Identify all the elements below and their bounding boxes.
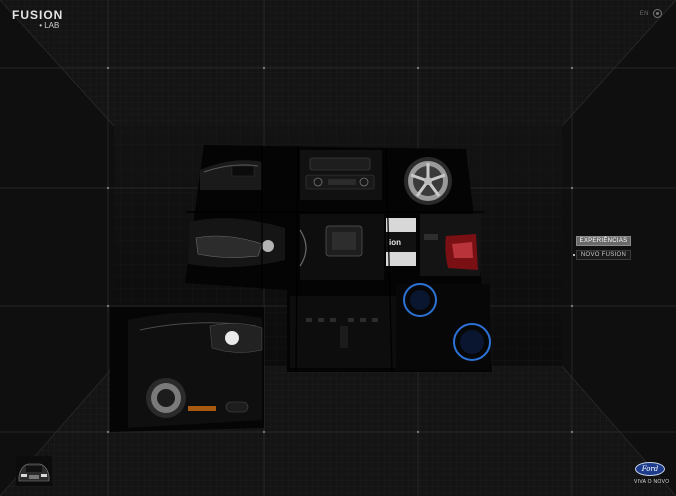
logo-sub-text: • LAB: [39, 21, 60, 30]
language-label[interactable]: EN: [640, 11, 649, 17]
logo-main-text: FUSION: [12, 8, 64, 22]
tile-center-console[interactable]: [299, 214, 384, 280]
tile-dashboard-stereo[interactable]: [300, 150, 382, 200]
menu-experiencias-button[interactable]: EXPERIÊNCIAS: [576, 236, 631, 246]
ford-slogan: VIVA O NOVO: [634, 479, 670, 485]
tile-console-vents[interactable]: [290, 296, 396, 368]
ford-brand[interactable]: Ford VIVA O NOVO: [634, 462, 670, 485]
tile-fusion-badge[interactable]: ion: [386, 218, 416, 266]
floor-grid: [0, 366, 676, 496]
tile-blue-cupholders[interactable]: [396, 283, 491, 370]
tile-alloy-wheel[interactable]: [404, 157, 452, 205]
fusion-lab-stage: ion FUSION • LAB EN EXPERIÊNCIAS NOVO FU…: [0, 0, 676, 496]
tile-taillight[interactable]: [420, 214, 480, 276]
language-toggle[interactable]: EN: [640, 9, 662, 18]
ford-logo-icon: Ford: [635, 462, 665, 476]
car-thumbnail-icon[interactable]: [16, 456, 52, 486]
tile-headlight[interactable]: [188, 218, 285, 268]
tile-front-car[interactable]: [128, 312, 263, 428]
fusion-lab-logo[interactable]: FUSION • LAB: [12, 9, 63, 31]
badge-lettering: ion: [389, 238, 401, 247]
sound-toggle-icon[interactable]: [653, 9, 662, 18]
ceiling-grid: [0, 0, 676, 126]
grid-room-background: ion: [0, 0, 676, 496]
menu-novo-fusion-button[interactable]: NOVO FUSION: [573, 250, 631, 260]
